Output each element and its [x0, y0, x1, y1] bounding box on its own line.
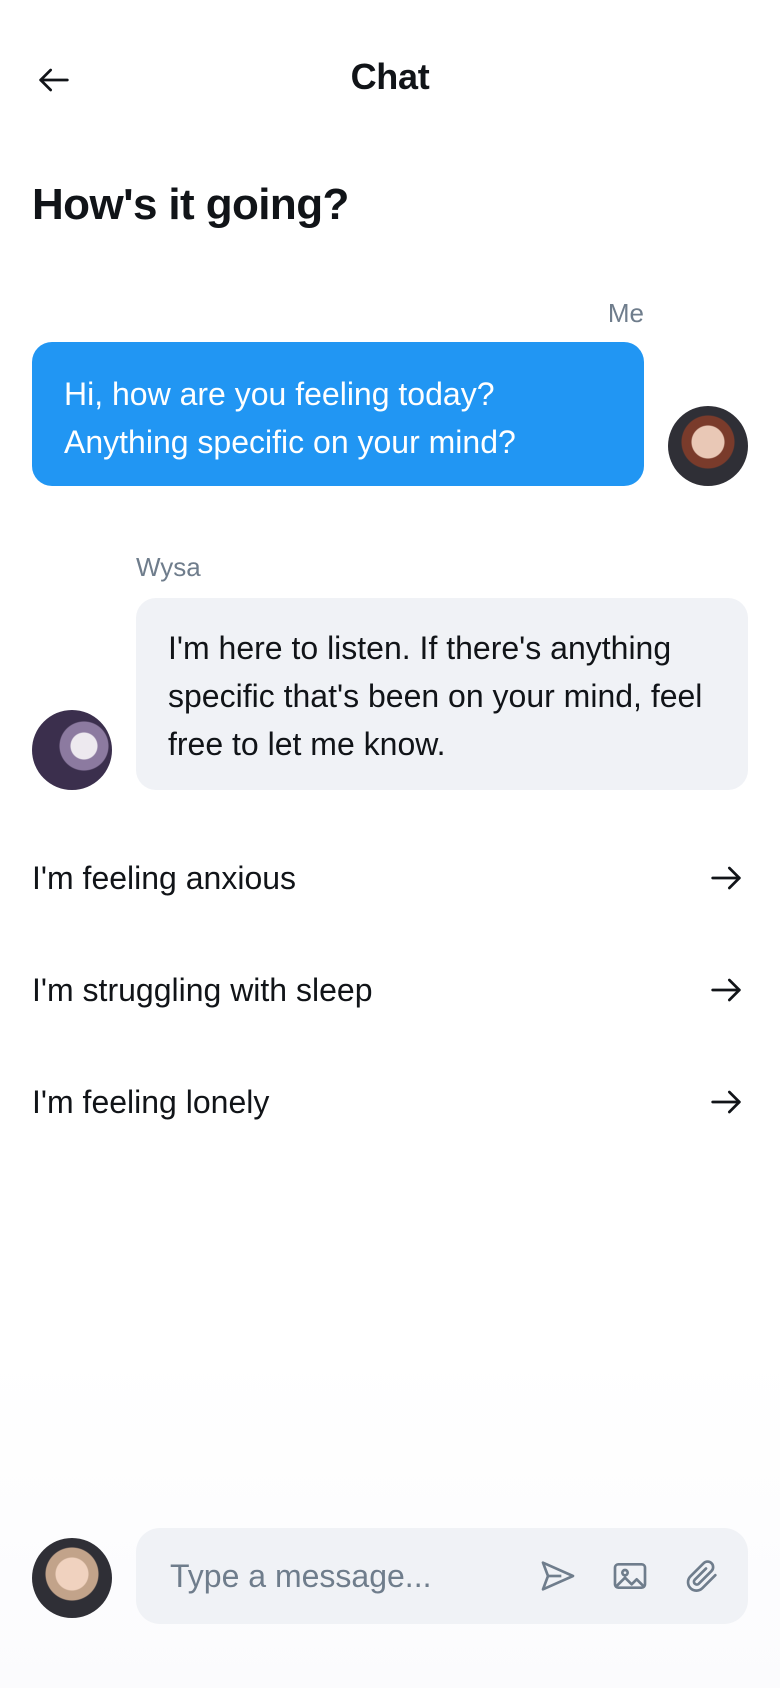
message-composer: [0, 1522, 780, 1632]
chat-screen: Chat How's it going? Me Hi, how are you …: [0, 0, 780, 1688]
arrow-right-icon: [704, 968, 748, 1012]
image-button[interactable]: [608, 1554, 652, 1598]
avatar: [668, 406, 748, 486]
arrow-right-icon: [704, 1080, 748, 1124]
message-bubble-me: Hi, how are you feeling today? Anything …: [32, 342, 644, 486]
message-input-container: [136, 1528, 748, 1624]
attach-button[interactable]: [680, 1554, 724, 1598]
image-icon: [613, 1563, 647, 1589]
suggestion-text: I'm feeling lonely: [32, 1084, 270, 1120]
message-input[interactable]: [168, 1556, 512, 1596]
suggestion-text: I'm feeling anxious: [32, 860, 297, 896]
send-icon: [541, 1561, 575, 1591]
page-title: Chat: [350, 56, 430, 97]
avatar: [32, 710, 112, 790]
suggestion-list: I'm feeling anxious I'm struggling with …: [32, 838, 748, 1174]
header: Chat: [0, 0, 780, 160]
arrow-right-icon: [704, 856, 748, 900]
send-button[interactable]: [536, 1554, 580, 1598]
section-heading: How's it going?: [32, 180, 349, 229]
sender-label-wysa: Wysa: [136, 552, 201, 582]
paperclip-icon: [686, 1560, 717, 1592]
avatar: [32, 1538, 112, 1618]
suggestion-item[interactable]: I'm feeling lonely: [32, 1062, 748, 1174]
sender-label-me: Me: [607, 298, 644, 328]
message-bubble-wysa: I'm here to listen. If there's anything …: [136, 598, 748, 790]
suggestion-item[interactable]: I'm struggling with sleep: [32, 950, 748, 1062]
composer-actions: [536, 1554, 724, 1598]
suggestion-item[interactable]: I'm feeling anxious: [32, 838, 748, 950]
suggestion-text: I'm struggling with sleep: [32, 972, 373, 1008]
